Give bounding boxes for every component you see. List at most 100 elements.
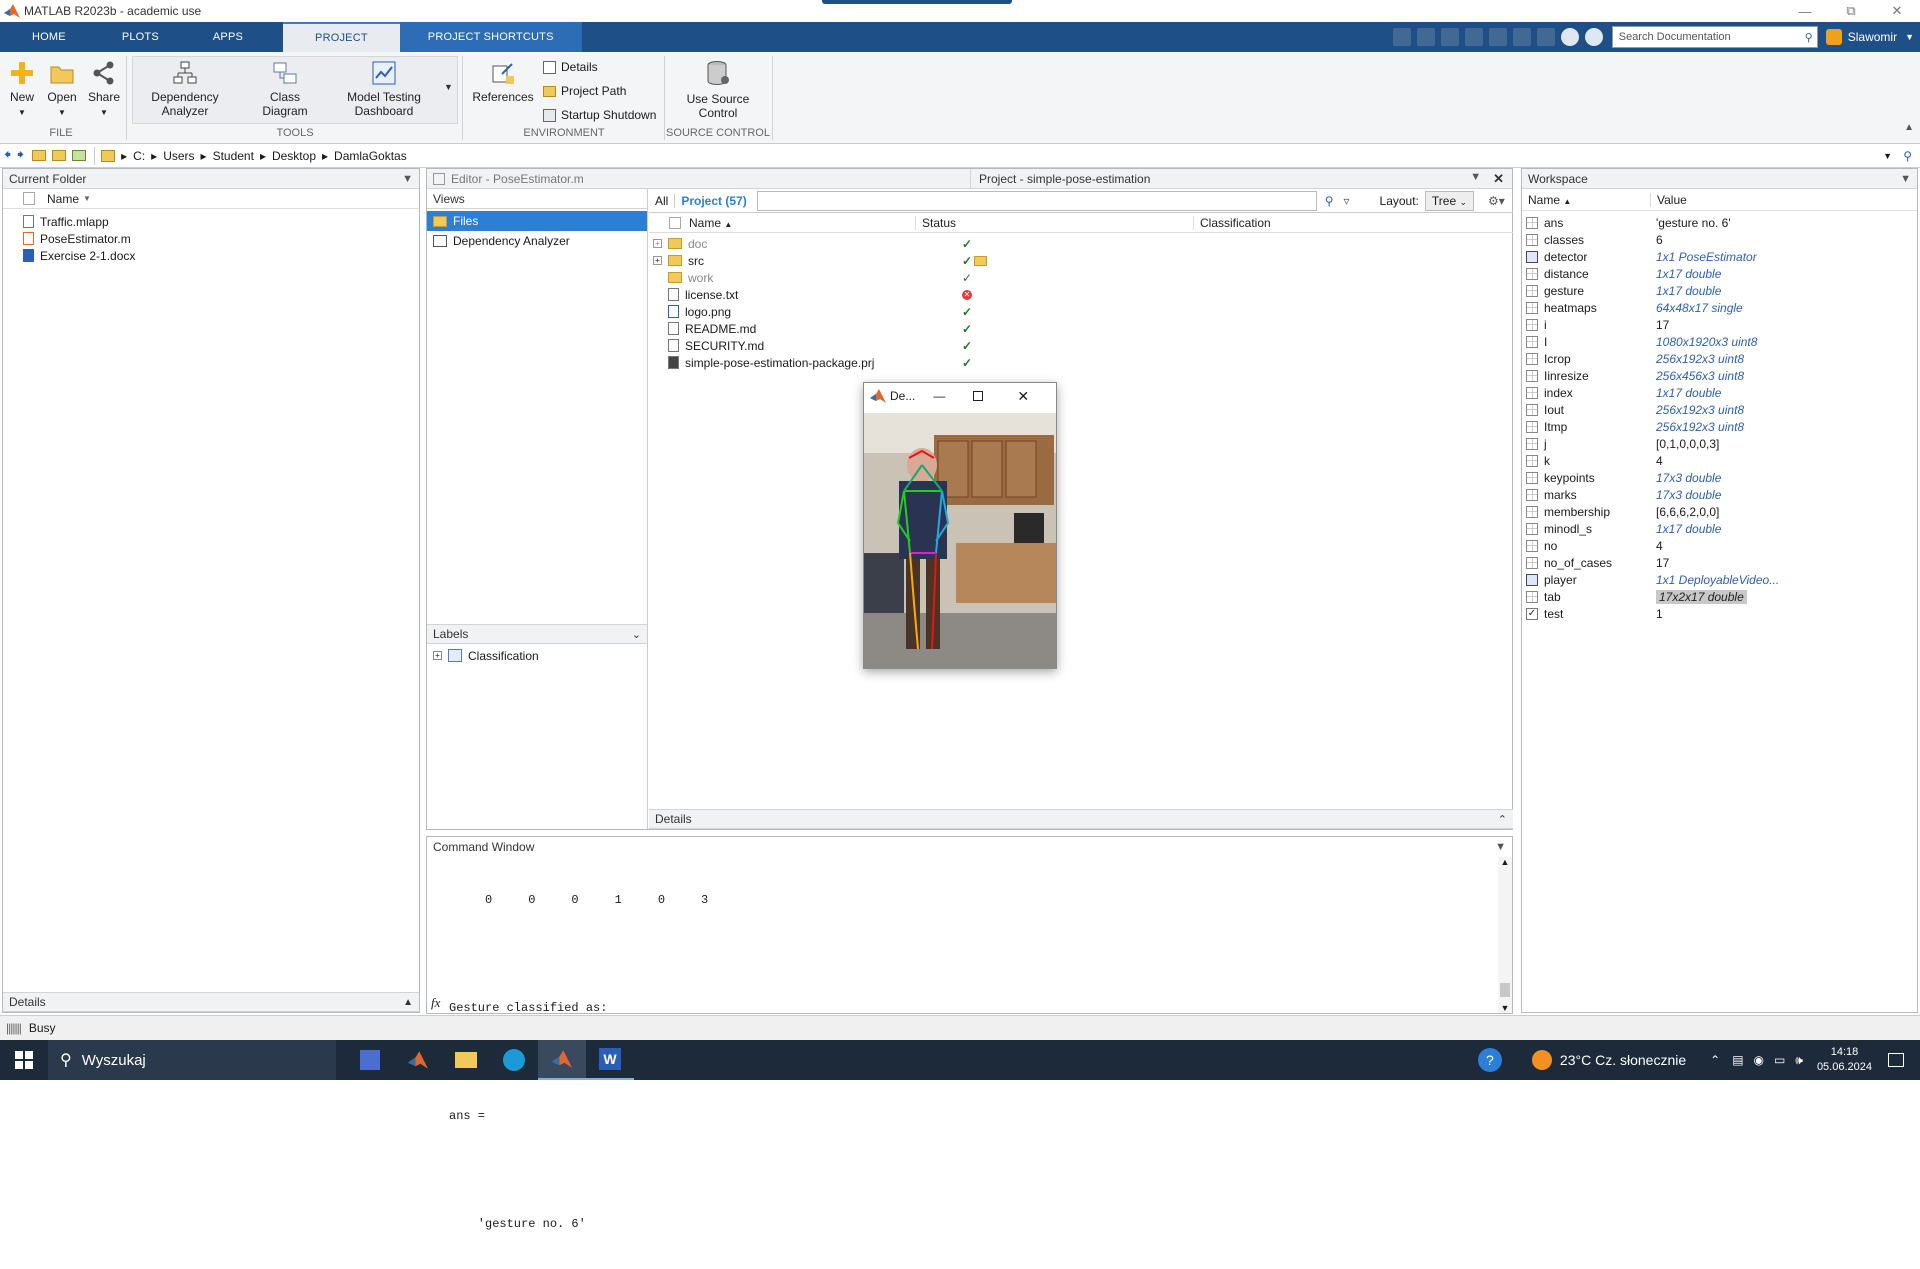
use-source-control-button[interactable]: Use Source Control — [676, 60, 760, 120]
community-icon[interactable] — [1584, 28, 1603, 46]
breadcrumb-damlagoktas[interactable]: DamlaGoktas — [334, 149, 407, 163]
search-folder-icon[interactable]: ⚲ — [1903, 149, 1912, 163]
expand-up-icon[interactable]: ▲ — [403, 997, 413, 1008]
paste-icon[interactable] — [1464, 28, 1483, 46]
user-menu-chevron-icon[interactable]: ▼ — [1905, 32, 1914, 42]
collapse-ribbon-icon[interactable]: ▲ — [1904, 122, 1914, 133]
back-arrow-icon[interactable]: 🠸 — [4, 144, 11, 168]
command-scrollbar[interactable]: ▲ ▼ — [1498, 857, 1512, 1013]
workspace-variable-row[interactable]: no 4 — [1526, 537, 1917, 554]
chevron-up-icon[interactable]: ⌃ — [1498, 813, 1507, 826]
up-folder-icon[interactable] — [32, 150, 47, 161]
gallery-expand-icon[interactable]: ▼ — [444, 82, 453, 92]
weather-text[interactable]: 23°C Cz. słonecznie — [1560, 1052, 1686, 1068]
dependency-analyzer-button[interactable]: Dependency Analyzer — [140, 60, 230, 118]
tree-row[interactable]: + src ✓ — [649, 252, 1513, 269]
workspace-variable-row[interactable]: Iinresize 256x456x3 uint8 — [1526, 367, 1917, 384]
fx-prompt-icon[interactable]: fx — [431, 995, 440, 1011]
expand-plus-icon[interactable]: + — [653, 256, 662, 265]
project-details-bar[interactable]: Details ⌃ — [649, 809, 1513, 829]
expand-plus-icon[interactable]: + — [433, 651, 442, 660]
tab-project[interactable]: PROJECT — [283, 22, 400, 52]
taskbar-search-box[interactable]: ⚲ Wyszukaj — [48, 1040, 336, 1080]
tab-project-view[interactable]: Project - simple-pose-estimation — [971, 169, 1150, 188]
tree-row[interactable]: SECURITY.md ✓ — [649, 337, 1513, 354]
share-button[interactable]: Share ▼ — [86, 60, 122, 120]
workspace-variable-row[interactable]: no_of_cases 17 — [1526, 554, 1917, 571]
matlab-taskbar-icon[interactable] — [394, 1040, 442, 1080]
details-button[interactable]: Details — [543, 60, 598, 74]
redo-icon[interactable] — [1512, 28, 1531, 46]
figure-window[interactable]: De... — ✕ — [863, 382, 1057, 669]
scroll-up-icon[interactable]: ▲ — [1498, 857, 1512, 867]
minimize-icon[interactable]: — — [1782, 0, 1828, 22]
workspace-variable-row[interactable]: i 17 — [1526, 316, 1917, 333]
gear-icon[interactable]: ⚙▾ — [1488, 194, 1505, 208]
minimize-icon[interactable]: — — [933, 389, 945, 403]
cut-icon[interactable] — [1416, 28, 1435, 46]
filter-funnel-icon[interactable]: ▿ — [1344, 194, 1350, 208]
name-column-header[interactable]: Name ▲ — [1522, 193, 1650, 207]
workspace-variable-row[interactable]: index 1x17 double — [1526, 384, 1917, 401]
workspace-variable-row[interactable]: classes 6 — [1526, 231, 1917, 248]
notification-bell-icon[interactable] — [1825, 29, 1842, 45]
notification-center-icon[interactable] — [1888, 1053, 1904, 1067]
tree-row[interactable]: work ✓ — [649, 269, 1513, 286]
list-item[interactable]: Exercise 2-1.docx — [23, 247, 419, 264]
close-icon[interactable]: ✕ — [1017, 388, 1029, 405]
breadcrumb-desktop[interactable]: Desktop — [272, 149, 316, 163]
restore-icon[interactable]: ⧉ — [1828, 0, 1874, 22]
search-icon[interactable]: ⚲ — [1325, 194, 1334, 208]
tree-row[interactable]: + doc ✓ — [649, 235, 1513, 252]
matlab-active-icon[interactable] — [538, 1040, 586, 1080]
project-search-input[interactable] — [756, 190, 1317, 211]
forward-arrow-icon[interactable]: 🠺 — [17, 144, 24, 168]
switch-windows-icon[interactable] — [1536, 28, 1555, 46]
workspace-variable-row[interactable]: heatmaps 64x48x17 single — [1526, 299, 1917, 316]
scroll-down-icon[interactable]: ▼ — [1498, 1003, 1512, 1013]
tab-apps[interactable]: APPS — [183, 22, 273, 52]
workspace-variable-row[interactable]: Itmp 256x192x3 uint8 — [1526, 418, 1917, 435]
sort-down-icon[interactable]: ▼ — [83, 194, 91, 203]
chevron-up-icon[interactable]: ⌃ — [1710, 1053, 1720, 1067]
copy-icon[interactable] — [1440, 28, 1459, 46]
save-icon[interactable] — [1392, 28, 1411, 46]
tab-project-shortcuts[interactable]: PROJECT SHORTCUTS — [399, 22, 582, 52]
workspace-variable-row[interactable]: ✓ test 1 — [1526, 605, 1917, 622]
workspace-variable-row[interactable]: I 1080x1920x3 uint8 — [1526, 333, 1917, 350]
filter-all[interactable]: All — [649, 194, 674, 208]
status-column-header[interactable]: Status — [915, 215, 1193, 230]
expand-plus-icon[interactable]: + — [653, 239, 662, 248]
figure-title-bar[interactable]: De... — ✕ — [864, 383, 1056, 409]
name-column-header[interactable]: Name — [47, 192, 79, 206]
list-item[interactable]: Traffic.mlapp — [23, 213, 419, 230]
tab-plots[interactable]: PLOTS — [98, 22, 183, 52]
workspace-variable-row[interactable]: distance 1x17 double — [1526, 265, 1917, 282]
list-item[interactable]: PoseEstimator.m — [23, 230, 419, 247]
workspace-variable-row[interactable]: k4 — [1526, 452, 1917, 469]
layout-select[interactable]: Tree ⌄ — [1424, 190, 1475, 211]
workspace-variable-row[interactable]: marks 17x3 double — [1526, 486, 1917, 503]
workspace-variable-row[interactable]: Icrop 256x192x3 uint8 — [1526, 350, 1917, 367]
clock[interactable]: 14:18 05.06.2024 — [1817, 1045, 1872, 1075]
current-folder-details[interactable]: Details ▲ — [3, 992, 419, 1012]
view-dependency-analyzer[interactable]: Dependency Analyzer — [427, 231, 647, 251]
new-button[interactable]: New ▼ — [8, 60, 36, 120]
panel-menu-icon[interactable]: ▼ — [1470, 171, 1481, 187]
tree-row[interactable]: README.md ✓ — [649, 320, 1513, 337]
panel-menu-icon[interactable]: ▼ — [1900, 173, 1911, 185]
display-icon[interactable]: ▭ — [1774, 1053, 1785, 1067]
label-classification[interactable]: + Classification — [433, 647, 539, 664]
workspace-variable-row[interactable]: minodl_s 1x17 double — [1526, 520, 1917, 537]
scroll-thumb[interactable] — [1500, 983, 1510, 997]
drag-handle[interactable] — [822, 0, 1012, 4]
help-tips-icon[interactable]: ? — [1477, 1048, 1502, 1072]
filter-project[interactable]: Project (57) — [674, 193, 752, 208]
workspace-variable-row[interactable]: j [0,1,0,0,0,3] — [1526, 435, 1917, 452]
workspace-variable-row[interactable]: player 1x1 DeployableVideo... — [1526, 571, 1917, 588]
model-testing-dashboard-button[interactable]: Model Testing Dashboard — [338, 60, 430, 118]
chevron-down-icon[interactable]: ⌄ — [632, 628, 641, 641]
search-documentation-input[interactable]: Search Documentation ⚲ — [1611, 26, 1818, 48]
close-icon[interactable]: ✕ — [1874, 0, 1920, 22]
workspace-variable-row[interactable]: keypoints 17x3 double — [1526, 469, 1917, 486]
